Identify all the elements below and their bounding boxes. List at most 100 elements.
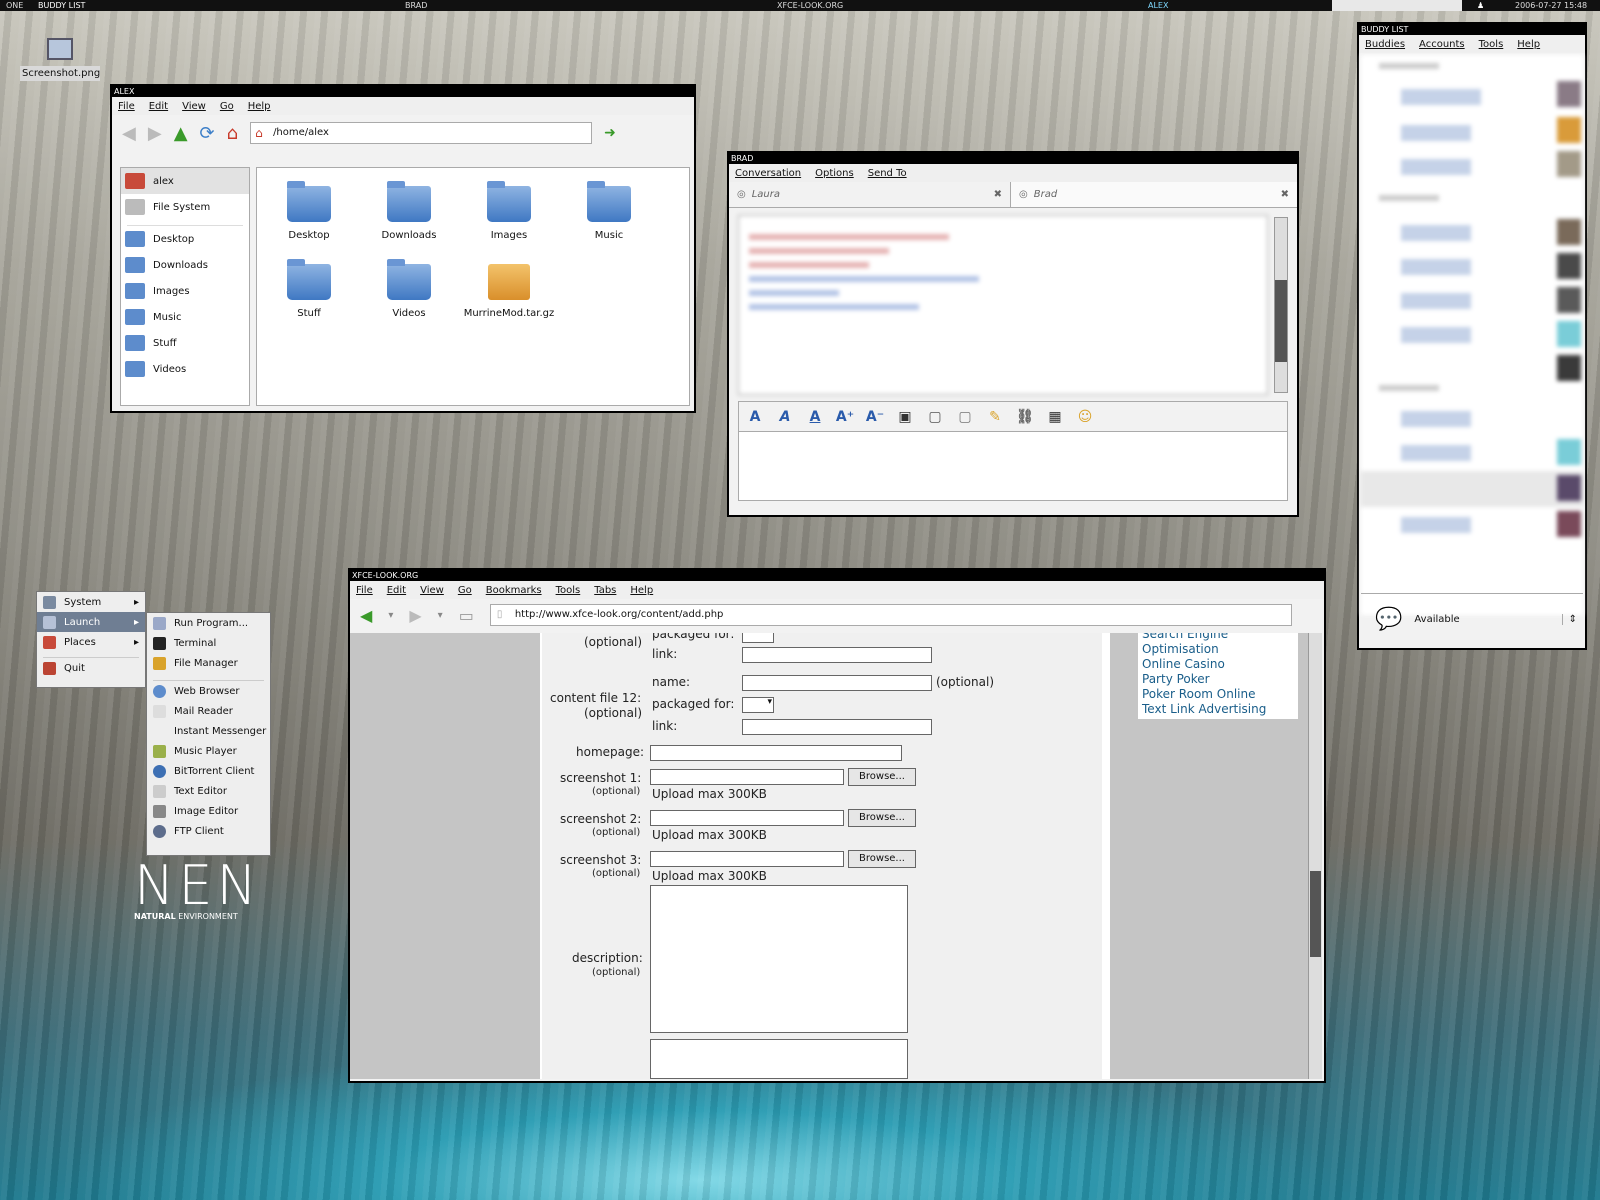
menu-item-web-browser[interactable]: Web Browser xyxy=(147,681,270,701)
menu-file[interactable]: File xyxy=(356,585,373,596)
italic-icon[interactable]: A xyxy=(773,409,797,425)
link-input[interactable] xyxy=(742,647,932,663)
new-tab-icon[interactable]: ▭ xyxy=(459,606,474,625)
menu-edit[interactable]: Edit xyxy=(387,585,406,596)
window-title[interactable]: BUDDY LIST xyxy=(1359,24,1585,35)
sidebar-item-desktop[interactable]: Desktop xyxy=(121,226,249,252)
file-videos[interactable]: Videos xyxy=(359,259,459,319)
up-icon[interactable]: ▲ xyxy=(174,123,188,144)
browse-button[interactable]: Browse... xyxy=(848,768,916,786)
menu-tabs[interactable]: Tabs xyxy=(594,585,616,596)
message-input[interactable] xyxy=(738,431,1288,501)
go-icon[interactable]: ➜ xyxy=(604,125,616,141)
status-selector[interactable]: 💬 Available ⇕ xyxy=(1361,593,1583,645)
sidebar-item-music[interactable]: Music xyxy=(121,304,249,330)
buddy-tree[interactable] xyxy=(1361,55,1583,615)
menu-send-to[interactable]: Send To xyxy=(868,168,907,179)
description-textarea[interactable] xyxy=(650,885,908,1033)
menu-go[interactable]: Go xyxy=(220,101,234,112)
menu-tools[interactable]: Tools xyxy=(556,585,581,596)
sidebar-item-downloads[interactable]: Downloads xyxy=(121,252,249,278)
home-icon[interactable]: ⌂ xyxy=(227,123,238,144)
menu-item-bittorrent[interactable]: BitTorrent Client xyxy=(147,761,270,781)
menu-item-terminal[interactable]: Terminal xyxy=(147,633,270,653)
font-face-icon[interactable]: ▣ xyxy=(893,409,917,425)
menu-item-file-manager[interactable]: File Manager xyxy=(147,653,270,673)
panel-task-alex[interactable]: ALEX xyxy=(1148,0,1168,11)
screenshot-2-file[interactable] xyxy=(650,810,844,826)
menu-item-places[interactable]: Places ▸ xyxy=(37,632,145,652)
menu-item-launch[interactable]: Launch ▸ xyxy=(37,612,145,632)
menu-conversation[interactable]: Conversation xyxy=(735,168,801,179)
chevron-down-icon[interactable]: ▾ xyxy=(388,610,393,621)
name-input[interactable] xyxy=(742,675,932,691)
menu-bookmarks[interactable]: Bookmarks xyxy=(486,585,542,596)
menu-tools[interactable]: Tools xyxy=(1479,39,1504,50)
window-title[interactable]: BRAD xyxy=(729,153,1297,164)
menu-buddies[interactable]: Buddies xyxy=(1365,39,1405,50)
menu-help[interactable]: Help xyxy=(248,101,271,112)
ad-link[interactable]: Text Link Advertising xyxy=(1142,702,1294,717)
link-input[interactable] xyxy=(742,719,932,735)
menu-item-image-editor[interactable]: Image Editor xyxy=(147,801,270,821)
menu-item-music-player[interactable]: Music Player xyxy=(147,741,270,761)
panel-task-brad[interactable]: BRAD xyxy=(405,0,427,11)
url-bar[interactable]: ▯ http://www.xfce-look.org/content/add.p… xyxy=(489,604,1292,626)
menu-file[interactable]: File xyxy=(118,101,135,112)
window-title[interactable]: XFCE-LOOK.ORG xyxy=(350,570,1324,581)
file-music[interactable]: Music xyxy=(559,181,659,241)
menu-item-quit[interactable]: Quit xyxy=(37,658,145,678)
forward-icon[interactable]: ▶ xyxy=(148,123,162,144)
close-tab-icon[interactable]: ✖ xyxy=(1281,189,1289,200)
path-field[interactable]: ⌂ /home/alex xyxy=(250,122,593,144)
close-tab-icon[interactable]: ✖ xyxy=(994,189,1002,200)
bold-icon[interactable]: A xyxy=(743,409,767,425)
panel-task-buddy-list[interactable]: BUDDY LIST xyxy=(38,0,85,11)
sidebar-item-videos[interactable]: Videos xyxy=(121,356,249,382)
file-stuff[interactable]: Stuff xyxy=(259,259,359,319)
back-icon[interactable]: ◀ xyxy=(122,123,136,144)
font-larger-icon[interactable]: A⁺ xyxy=(833,409,857,425)
menu-view[interactable]: View xyxy=(420,585,444,596)
file-desktop[interactable]: Desktop xyxy=(259,181,359,241)
menu-edit[interactable]: Edit xyxy=(149,101,168,112)
menu-help[interactable]: Help xyxy=(1517,39,1540,50)
ad-link[interactable]: Online Casino xyxy=(1142,657,1294,672)
people-icon[interactable]: ♟ xyxy=(1477,0,1484,11)
page-scrollbar[interactable] xyxy=(1308,633,1322,1079)
link-icon[interactable]: ⛓ xyxy=(1013,409,1037,425)
chevron-down-icon[interactable]: ▾ xyxy=(438,610,443,621)
ad-link[interactable]: Search Engine xyxy=(1142,633,1294,642)
screenshot-3-file[interactable] xyxy=(650,851,844,867)
menu-item-system[interactable]: System ▸ xyxy=(37,592,145,612)
menu-item-text-editor[interactable]: Text Editor xyxy=(147,781,270,801)
sidebar-item-alex[interactable]: alex xyxy=(121,168,249,194)
window-title[interactable]: ALEX xyxy=(112,86,694,97)
sidebar-item-stuff[interactable]: Stuff xyxy=(121,330,249,356)
clear-format-icon[interactable]: ✎ xyxy=(983,409,1007,425)
chat-scrollbar[interactable] xyxy=(1274,217,1288,393)
bg-color-icon[interactable]: ▢ xyxy=(953,409,977,425)
smiley-icon[interactable]: ☺ xyxy=(1073,409,1097,425)
browse-button[interactable]: Browse... xyxy=(848,809,916,827)
underline-icon[interactable]: A xyxy=(803,409,827,425)
file-images[interactable]: Images xyxy=(459,181,559,241)
screenshot-1-file[interactable] xyxy=(650,769,844,785)
menu-accounts[interactable]: Accounts xyxy=(1419,39,1465,50)
file-downloads[interactable]: Downloads xyxy=(359,181,459,241)
tab-brad[interactable]: ◎ Brad ✖ xyxy=(1011,182,1297,207)
packaged-select[interactable]: ▾ xyxy=(742,697,774,713)
panel-workspace[interactable]: ONE xyxy=(6,0,23,11)
homepage-input[interactable] xyxy=(650,745,902,761)
reload-icon[interactable]: ⟳ xyxy=(200,123,215,144)
extra-textarea[interactable] xyxy=(650,1039,908,1079)
font-smaller-icon[interactable]: A⁻ xyxy=(863,409,887,425)
file-murrinemod[interactable]: MurrineMod.tar.gz xyxy=(459,264,559,319)
menu-item-instant-messenger[interactable]: Instant Messenger xyxy=(147,721,270,741)
insert-image-icon[interactable]: ▦ xyxy=(1043,409,1067,425)
menu-item-run-program[interactable]: Run Program... xyxy=(147,613,270,633)
back-icon[interactable]: ◀ xyxy=(360,606,372,625)
packaged-select[interactable] xyxy=(742,633,774,643)
scroll-thumb[interactable] xyxy=(1310,871,1321,957)
menu-item-ftp-client[interactable]: FTP Client xyxy=(147,821,270,841)
